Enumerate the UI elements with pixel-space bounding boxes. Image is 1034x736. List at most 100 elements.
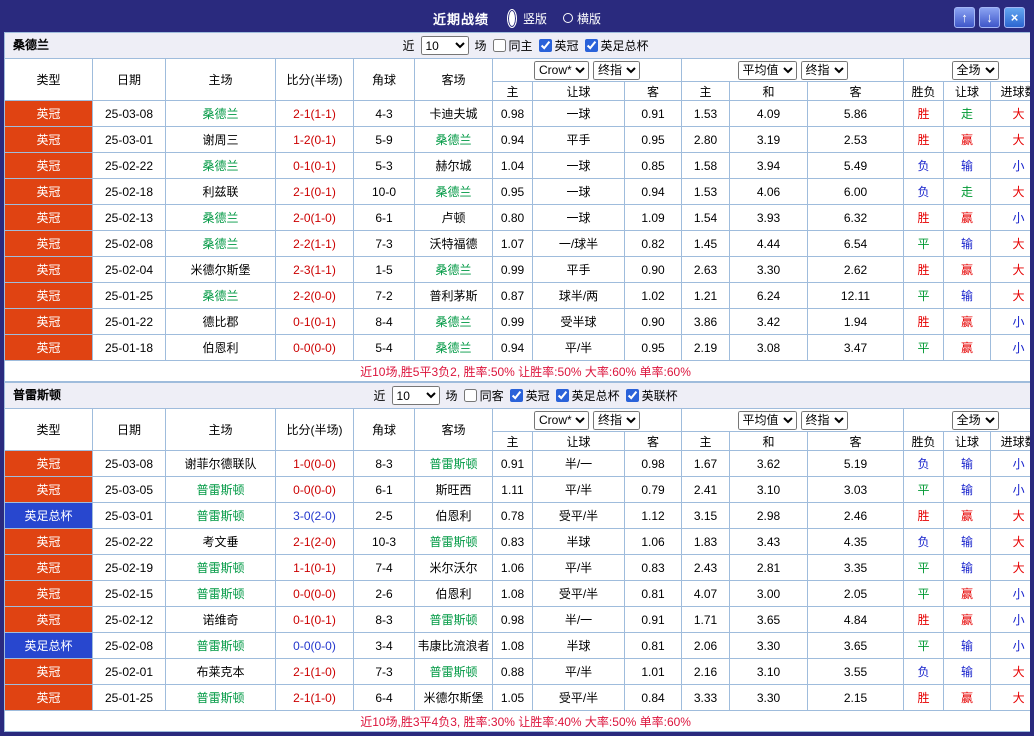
cell-avg-draw: 3.42: [730, 309, 808, 335]
filter-checkbox[interactable]: [556, 389, 569, 402]
cell-corner: 10-0: [354, 179, 415, 205]
cell-result-wdl: 胜: [904, 309, 944, 335]
cell-score: 2-1(1-1): [276, 101, 354, 127]
arrow-up-icon: ↑: [961, 10, 968, 25]
panel-title: 近期战绩: [433, 9, 489, 28]
cell-result-handicap: 赢: [944, 607, 991, 633]
cell-date: 25-01-25: [93, 685, 166, 711]
filter-option[interactable]: 英冠: [539, 37, 579, 54]
filter-checkbox[interactable]: [493, 39, 506, 52]
cell-ah-home-odds: 0.83: [493, 529, 533, 555]
cell-date: 25-01-22: [93, 309, 166, 335]
cell-result-wdl: 负: [904, 153, 944, 179]
filter-option[interactable]: 英足总杯: [556, 387, 620, 404]
result-scope-select[interactable]: 全场: [952, 411, 999, 430]
cell-corner: 3-4: [354, 633, 415, 659]
match-row: 英冠25-02-08桑德兰2-2(1-1)7-3沃特福德1.07一/球半0.82…: [5, 231, 1034, 257]
filter-controls: 近10场同客英冠英足总杯英联杯: [5, 383, 1034, 408]
cell-ah-away-odds: 0.84: [625, 685, 682, 711]
cell-ah-away-odds: 0.90: [625, 257, 682, 283]
cell-corner: 8-3: [354, 607, 415, 633]
filter-option[interactable]: 英足总杯: [585, 37, 649, 54]
cell-ah-away-odds: 1.02: [625, 283, 682, 309]
cell-avg-home: 2.16: [682, 659, 730, 685]
filter-checkbox[interactable]: [539, 39, 552, 52]
cell-avg-away: 4.35: [808, 529, 904, 555]
cell-ah-line: 平/半: [533, 477, 625, 503]
cell-avg-draw: 3.43: [730, 529, 808, 555]
cell-avg-away: 2.46: [808, 503, 904, 529]
cell-avg-home: 4.07: [682, 581, 730, 607]
cell-avg-home: 2.63: [682, 257, 730, 283]
filter-option[interactable]: 同客: [464, 387, 504, 404]
cell-ah-line: 受平/半: [533, 503, 625, 529]
filter-option[interactable]: 同主: [493, 37, 533, 54]
cell-result-wdl: 胜: [904, 127, 944, 153]
cell-home-team: 诺维奇: [166, 607, 276, 633]
cell-corner: 6-1: [354, 477, 415, 503]
filter-checkbox[interactable]: [626, 389, 639, 402]
cell-result-handicap: 输: [944, 283, 991, 309]
radio-horizontal-label: 横版: [577, 10, 601, 27]
cell-avg-away: 6.54: [808, 231, 904, 257]
ah-odds-time-select[interactable]: 终指: [593, 61, 640, 80]
filter-checkbox[interactable]: [464, 389, 477, 402]
cell-ah-away-odds: 0.91: [625, 607, 682, 633]
filter-checkbox[interactable]: [510, 389, 523, 402]
eu-average-select[interactable]: 平均值: [738, 411, 797, 430]
match-row: 英冠25-01-25普雷斯顿2-1(1-0)6-4米德尔斯堡1.05受平/半0.…: [5, 685, 1034, 711]
cell-ah-home-odds: 0.94: [493, 127, 533, 153]
cell-result-handicap: 输: [944, 659, 991, 685]
cell-result-wdl: 胜: [904, 607, 944, 633]
eu-odds-time-select[interactable]: 终指: [801, 61, 848, 80]
cell-home-team: 桑德兰: [166, 101, 276, 127]
cell-ah-away-odds: 0.81: [625, 633, 682, 659]
cell-ah-line: 受平/半: [533, 581, 625, 607]
team-section-table: 普雷斯顿近10场同客英冠英足总杯英联杯类型日期主场比分(半场)角球客场Crow*…: [4, 382, 1034, 732]
layout-radio-horizontal[interactable]: 横版: [563, 9, 601, 28]
subcol-eu-home: 主: [682, 82, 730, 101]
bookmaker-select[interactable]: Crow*: [534, 411, 589, 430]
filter-option[interactable]: 英联杯: [626, 387, 678, 404]
cell-competition: 英冠: [5, 153, 93, 179]
eu-average-select[interactable]: 平均值: [738, 61, 797, 80]
filter-checkbox[interactable]: [585, 39, 598, 52]
cell-avg-home: 3.15: [682, 503, 730, 529]
result-scope-select[interactable]: 全场: [952, 61, 999, 80]
cell-away-team: 桑德兰: [415, 309, 493, 335]
cell-ah-line: 平手: [533, 127, 625, 153]
cell-result-wdl: 胜: [904, 257, 944, 283]
subcol-eu-away: 客: [808, 432, 904, 451]
match-row: 英冠25-02-22考文垂2-1(2-0)10-3普雷斯顿0.83半球1.061…: [5, 529, 1034, 555]
cell-result-goals: 大: [991, 179, 1034, 205]
match-row: 英冠25-02-18利兹联2-1(0-1)10-0桑德兰0.95一球0.941.…: [5, 179, 1034, 205]
scroll-down-button[interactable]: ↓: [979, 7, 1000, 28]
recent-count-select[interactable]: 10: [421, 36, 469, 55]
cell-away-team: 普雷斯顿: [415, 659, 493, 685]
cell-result-wdl: 胜: [904, 101, 944, 127]
cell-corner: 7-3: [354, 659, 415, 685]
cell-avg-home: 1.53: [682, 179, 730, 205]
cell-result-goals: 大: [991, 529, 1034, 555]
cell-away-team: 普利茅斯: [415, 283, 493, 309]
bookmaker-select[interactable]: Crow*: [534, 61, 589, 80]
cell-avg-draw: 4.06: [730, 179, 808, 205]
scroll-up-button[interactable]: ↑: [954, 7, 975, 28]
ah-odds-time-select[interactable]: 终指: [593, 411, 640, 430]
cell-score: 0-1(0-1): [276, 309, 354, 335]
cell-ah-line: 平/半: [533, 335, 625, 361]
cell-avg-away: 3.03: [808, 477, 904, 503]
eu-odds-time-select[interactable]: 终指: [801, 411, 848, 430]
filter-option[interactable]: 英冠: [510, 387, 550, 404]
match-row: 英冠25-03-01谢周三1-2(0-1)5-9桑德兰0.94平手0.952.8…: [5, 127, 1034, 153]
cell-competition: 英冠: [5, 205, 93, 231]
cell-competition: 英冠: [5, 451, 93, 477]
team-sections: 桑德兰近10场同主英冠英足总杯类型日期主场比分(半场)角球客场Crow*终指平均…: [4, 32, 1030, 732]
recent-count-select[interactable]: 10: [392, 386, 440, 405]
cell-result-goals: 大: [991, 101, 1034, 127]
cell-result-handicap: 赢: [944, 685, 991, 711]
col-header-type: 类型: [5, 59, 93, 101]
cell-score: 0-0(0-0): [276, 633, 354, 659]
close-button[interactable]: ×: [1004, 7, 1025, 28]
layout-radio-vertical[interactable]: 竖版: [505, 9, 547, 28]
